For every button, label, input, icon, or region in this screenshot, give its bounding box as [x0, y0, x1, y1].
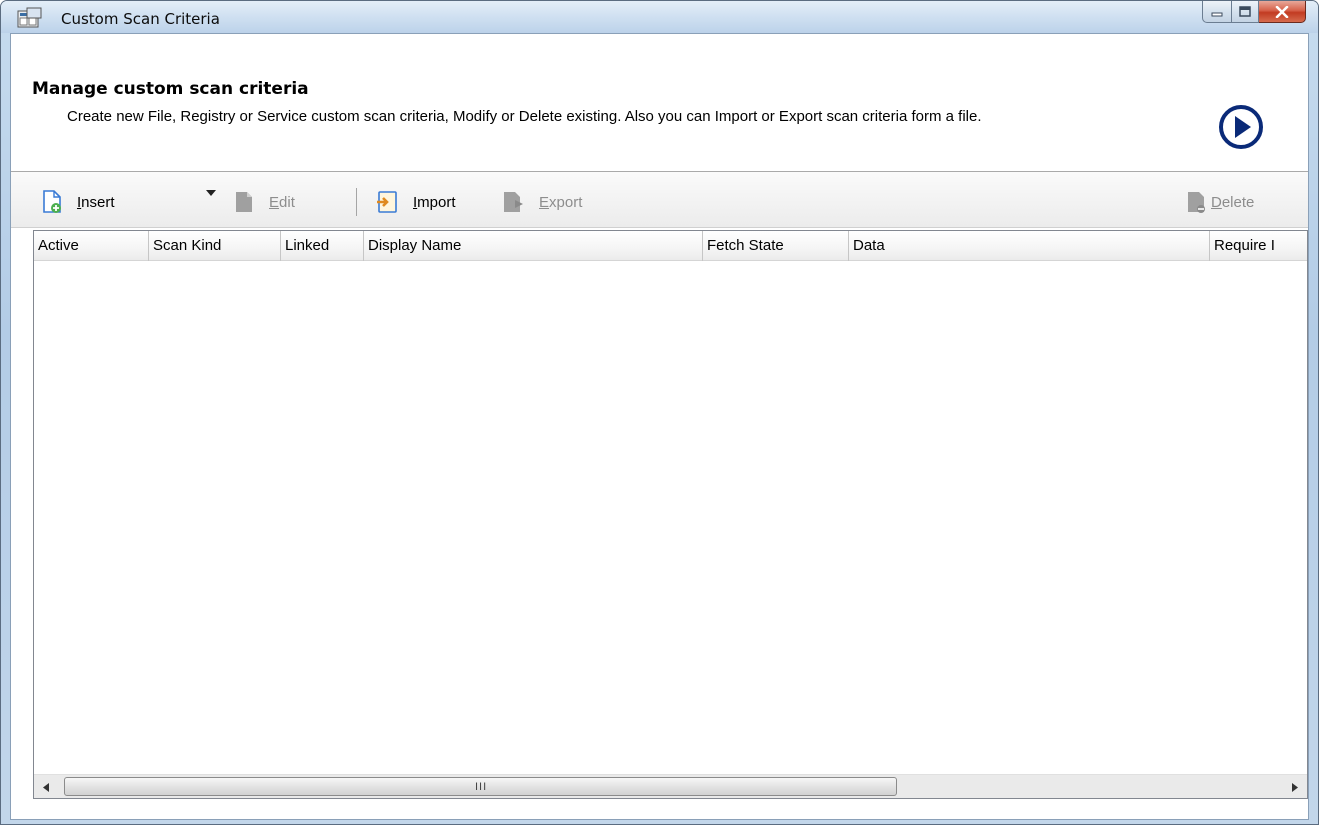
app-window-icon — [17, 7, 42, 28]
column-header-scan-kind[interactable]: Scan Kind — [149, 231, 281, 261]
toolbar-separator — [356, 188, 357, 216]
minimize-button[interactable] — [1202, 1, 1231, 23]
scroll-thumb[interactable]: III — [64, 777, 897, 796]
toolbar: Insert Edit Import Export Delete — [11, 172, 1308, 228]
import-label: Import — [413, 194, 456, 211]
delete-label-rest: elete — [1221, 193, 1255, 211]
horizontal-scrollbar[interactable]: III — [34, 774, 1307, 798]
column-header-display-name[interactable]: Display Name — [364, 231, 703, 261]
edit-button[interactable]: Edit — [233, 190, 295, 214]
maximize-button[interactable] — [1231, 1, 1259, 23]
export-icon — [504, 192, 523, 212]
window-title: Custom Scan Criteria — [61, 10, 220, 28]
header-description: Create new File, Registry or Service cus… — [67, 108, 982, 125]
new-document-icon — [43, 190, 61, 213]
delete-label: Delete — [1211, 194, 1254, 211]
scroll-right-button[interactable] — [1283, 775, 1307, 799]
arrow-left-icon — [43, 782, 49, 792]
export-label-rest: xport — [549, 193, 583, 211]
go-arrow-button-icon[interactable] — [1218, 104, 1264, 150]
delete-button[interactable]: Delete — [1185, 190, 1254, 214]
close-icon — [1275, 5, 1289, 18]
insert-label: Insert — [77, 194, 115, 211]
title-bar[interactable]: Custom Scan Criteria — [1, 1, 1318, 33]
dialog-client-area: Manage custom scan criteria Create new F… — [10, 33, 1309, 820]
maximize-icon — [1239, 6, 1251, 17]
column-header-fetch-state[interactable]: Fetch State — [703, 231, 849, 261]
window-controls — [1202, 1, 1306, 23]
insert-dropdown-button[interactable] — [206, 190, 216, 196]
import-button[interactable]: Import — [375, 190, 456, 214]
column-header-active[interactable]: Active — [34, 231, 149, 261]
import-icon — [377, 191, 397, 213]
export-label-accel: E — [539, 193, 550, 211]
edit-document-icon — [236, 192, 252, 212]
arrow-right-icon — [1292, 782, 1298, 792]
scroll-left-button[interactable] — [34, 775, 58, 799]
export-button[interactable]: Export — [501, 190, 582, 214]
criteria-list-view[interactable]: Active Scan Kind Linked Display Name Fet… — [33, 230, 1308, 799]
insert-button[interactable]: Insert — [41, 190, 115, 214]
column-header-linked[interactable]: Linked — [281, 231, 364, 261]
column-headers: Active Scan Kind Linked Display Name Fet… — [34, 231, 1307, 261]
delete-document-icon — [1188, 192, 1205, 213]
scroll-thumb-grip: III — [475, 781, 488, 793]
edit-label-accel: E — [269, 193, 280, 211]
edit-label: Edit — [269, 194, 295, 211]
column-header-data[interactable]: Data — [849, 231, 1210, 261]
edit-label-rest: dit — [279, 193, 295, 211]
insert-label-rest: nsert — [81, 193, 115, 211]
export-label: Export — [539, 194, 582, 211]
header-title: Manage custom scan criteria — [32, 79, 309, 99]
app-window: Custom Scan Criteria Manage custom scan … — [0, 0, 1319, 825]
delete-label-accel: D — [1211, 193, 1222, 211]
import-label-rest: mport — [417, 193, 456, 211]
minimize-icon — [1211, 12, 1223, 16]
header-panel: Manage custom scan criteria Create new F… — [11, 34, 1308, 172]
dropdown-arrow-icon — [206, 190, 216, 196]
column-header-require[interactable]: Require I — [1210, 231, 1307, 261]
close-button[interactable] — [1259, 1, 1306, 23]
